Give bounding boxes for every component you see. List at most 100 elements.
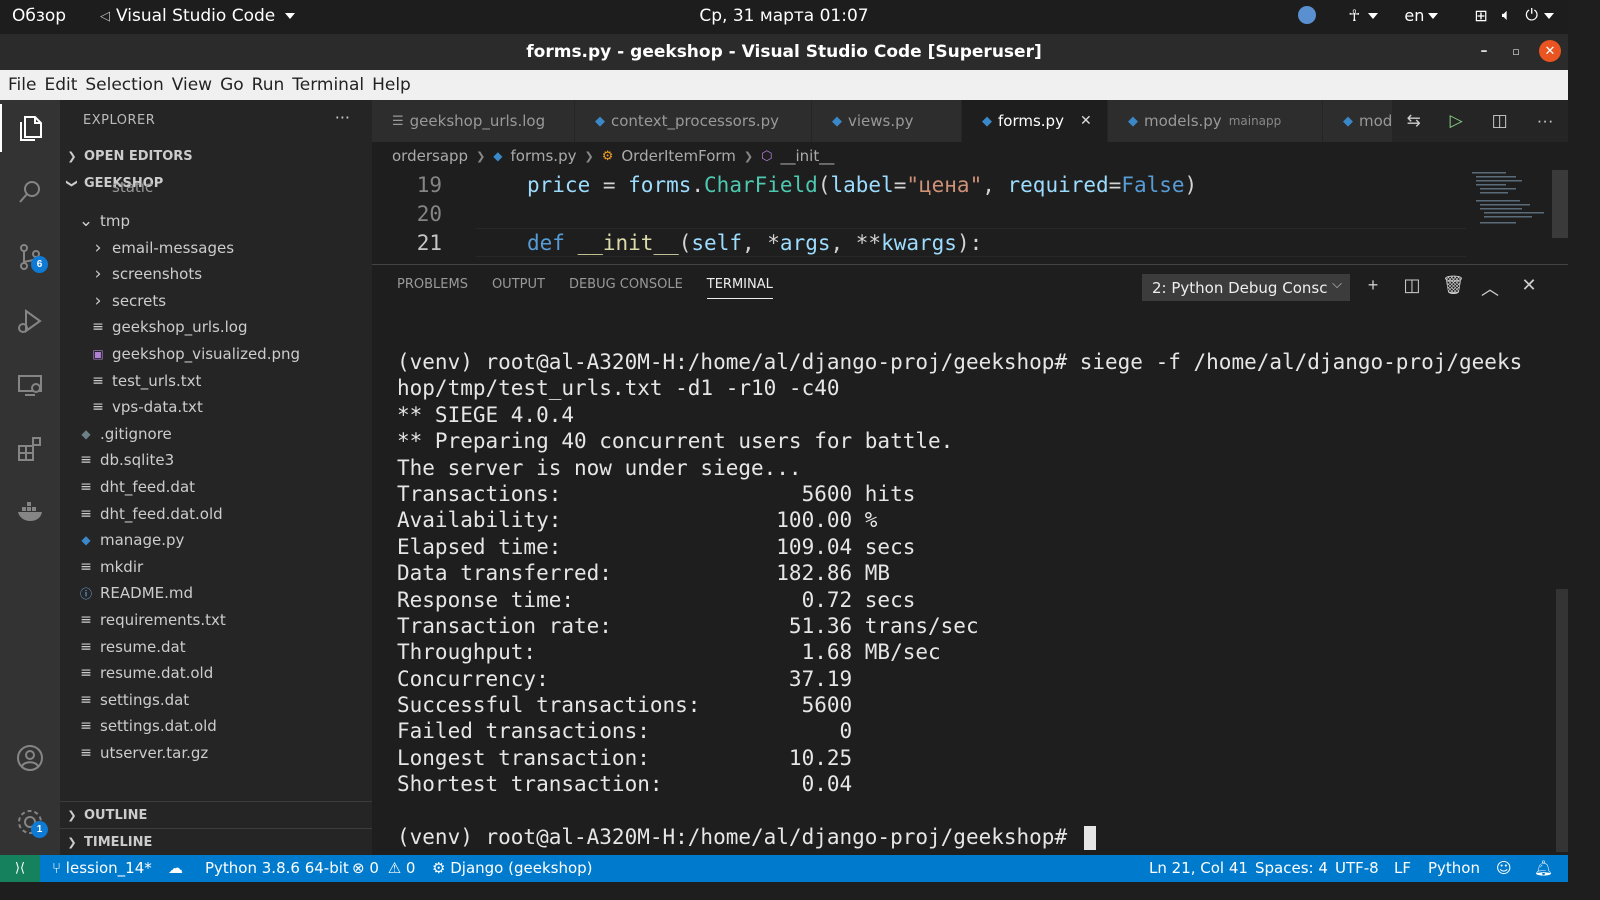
code-editor[interactable]: 19 price = forms.CharField(label="цена",… [372, 170, 1468, 264]
tree-item[interactable]: ⌄ tmp [60, 208, 372, 234]
tree-item[interactable]: ≡ resume.dat [60, 634, 372, 660]
tab-models[interactable]: ◆ models.py mainapp [1108, 100, 1323, 142]
tree-item[interactable]: ⓘ README.md [60, 580, 372, 606]
terminal-select[interactable]: 2: Python Debug Consc ⌵ [1142, 274, 1350, 301]
remote-explorer-activity[interactable] [0, 361, 60, 409]
remote-indicator[interactable]: ⟩⟨ [0, 855, 40, 882]
indentation[interactable]: Spaces: 4 [1255, 859, 1328, 877]
menu-help[interactable]: Help [372, 75, 419, 95]
open-changes-icon[interactable]: ⇆ [1406, 111, 1420, 131]
tab-views[interactable]: ◆ views.py [812, 100, 962, 142]
docker-activity[interactable] [0, 488, 60, 536]
tab-models-overflow[interactable]: ◆ mode [1323, 100, 1403, 142]
menu-view[interactable]: View [172, 75, 220, 95]
breadcrumb-method[interactable]: __init__ [781, 147, 835, 165]
language-indicator[interactable]: en [1404, 6, 1439, 25]
tree-item[interactable]: ≡ db.sqlite3 [60, 447, 372, 473]
tree-item[interactable]: ≡ vps-data.txt [60, 394, 372, 420]
menu-go[interactable]: Go [220, 75, 252, 95]
source-control-activity[interactable]: 6 [0, 233, 60, 281]
code-line[interactable]: 19 price = forms.CharField(label="цена",… [372, 170, 1468, 199]
code-line[interactable]: 20 [372, 199, 1468, 228]
power-icon[interactable]: ⏻ [1525, 5, 1554, 25]
language-mode[interactable]: Python [1428, 859, 1480, 877]
terminal-scrollbar[interactable] [1556, 589, 1568, 852]
extensions-activity[interactable] [0, 425, 60, 473]
sync-icon[interactable]: ☁ [168, 859, 183, 877]
new-terminal-icon[interactable]: + [1364, 275, 1382, 301]
tree-item[interactable]: ≡ test_urls.txt [60, 368, 372, 394]
menu-run[interactable]: Run [252, 75, 293, 95]
close-window-button[interactable]: ✕ [1539, 40, 1561, 62]
split-terminal-icon[interactable]: ◫ [1403, 275, 1421, 301]
tree-item[interactable]: ◆ .gitignore [60, 421, 372, 447]
end-of-line[interactable]: LF [1394, 859, 1411, 877]
tree-item[interactable]: ≡ requirements.txt [60, 607, 372, 633]
maximize-button[interactable]: ▫ [1505, 40, 1527, 62]
minimize-button[interactable]: – [1473, 40, 1495, 62]
timeline-section[interactable]: ❯ TIMELINE [60, 829, 372, 855]
tab-context-processors[interactable]: ◆ context_processors.py [575, 100, 812, 142]
notifications-icon[interactable]: 🔔︎ [1534, 859, 1553, 877]
open-editors-section[interactable]: ❯ OPEN EDITORS [60, 143, 372, 169]
problems-indicator[interactable]: ⊗ 0 ⚠ 0 [352, 859, 415, 877]
split-editor-icon[interactable]: ◫ [1492, 111, 1508, 131]
accounts-activity[interactable] [0, 734, 60, 782]
accessibility-icon[interactable]: ☥ [1348, 6, 1379, 25]
maximize-panel-icon[interactable]: ︿ [1481, 275, 1499, 301]
trash-icon[interactable]: 🗑︎ [1442, 275, 1465, 301]
encoding[interactable]: UTF-8 [1335, 859, 1379, 877]
menu-terminal[interactable]: Terminal [292, 75, 372, 95]
tab-output[interactable]: OUTPUT [492, 277, 545, 299]
tree-item[interactable]: ≡ dht_feed.dat [60, 474, 372, 500]
minimap[interactable] [1468, 170, 1568, 264]
activities-button[interactable]: Обзор [12, 6, 66, 26]
tab-forms[interactable]: ◆ forms.py ✕ [962, 100, 1108, 142]
tree-item[interactable]: ≡ geekshop_urls.log [60, 314, 372, 340]
python-interpreter[interactable]: Python 3.8.6 64-bit [205, 859, 349, 877]
close-tab-icon[interactable]: ✕ [1080, 113, 1092, 129]
breadcrumb-file[interactable]: forms.py [511, 147, 577, 165]
git-branch[interactable]: ⑂ lession_14* [52, 859, 152, 877]
volume-icon[interactable]: 🔈︎ [1502, 5, 1512, 25]
app-menu[interactable]: ◁ Visual Studio Code [100, 6, 296, 26]
more-actions-icon[interactable]: ··· [1537, 111, 1554, 131]
tab-terminal[interactable]: TERMINAL [706, 277, 773, 299]
explorer-activity[interactable] [0, 104, 60, 152]
breadcrumb-folder[interactable]: ordersapp [392, 147, 468, 165]
tree-item[interactable]: › secrets [60, 288, 372, 314]
breadcrumb-class[interactable]: OrderItemForm [621, 147, 736, 165]
tree-item[interactable]: ≡ dht_feed.dat.old [60, 501, 372, 527]
tab-problems[interactable]: PROBLEMS [397, 277, 468, 299]
tree-item-partial[interactable]: static [60, 182, 372, 196]
tree-item[interactable]: ≡ resume.dat.old [60, 660, 372, 686]
tab-geekshop-urls-log[interactable]: ☰ geekshop_urls.log [372, 100, 575, 142]
feedback-icon[interactable]: ☺ [1496, 859, 1512, 877]
tree-item[interactable]: ◆ manage.py [60, 527, 372, 553]
manage-activity[interactable]: 1 [0, 798, 60, 846]
menu-file[interactable]: File [8, 75, 44, 95]
globe-icon[interactable] [1298, 6, 1317, 24]
network-icon[interactable]: ⊞ [1474, 6, 1487, 25]
tree-item[interactable]: ≡ utserver.tar.gz [60, 740, 372, 766]
tree-item[interactable]: › email-messages [60, 235, 372, 261]
more-actions-button[interactable]: ··· [335, 108, 350, 127]
search-activity[interactable] [0, 168, 60, 216]
tab-debug-console[interactable]: DEBUG CONSOLE [569, 277, 683, 299]
tree-item[interactable]: › screenshots [60, 261, 372, 287]
tree-item[interactable]: ▣ geekshop_visualized.png [60, 341, 372, 367]
window-title-bar[interactable]: forms.py - geekshop - Visual Studio Code… [0, 34, 1568, 70]
tree-item[interactable]: ≡ settings.dat [60, 687, 372, 713]
cursor-position[interactable]: Ln 21, Col 41 [1149, 859, 1248, 877]
outline-section[interactable]: ❯ OUTLINE [60, 802, 372, 828]
run-debug-activity[interactable] [0, 297, 60, 345]
terminal-output[interactable]: (venv) root@al-A320M-H:/home/al/django-p… [397, 349, 1522, 851]
menu-selection[interactable]: Selection [85, 75, 171, 95]
tree-item[interactable]: ≡ settings.dat.old [60, 713, 372, 739]
menu-edit[interactable]: Edit [44, 75, 85, 95]
code-line[interactable]: 21 def __init__(self, *args, **kwargs): [372, 228, 1468, 257]
run-file-icon[interactable]: ▷ [1450, 111, 1463, 131]
django-indicator[interactable]: ⚙ Django (geekshop) [432, 859, 593, 877]
close-panel-icon[interactable]: ✕ [1520, 275, 1538, 301]
tree-item[interactable]: ≡ mkdir [60, 554, 372, 580]
